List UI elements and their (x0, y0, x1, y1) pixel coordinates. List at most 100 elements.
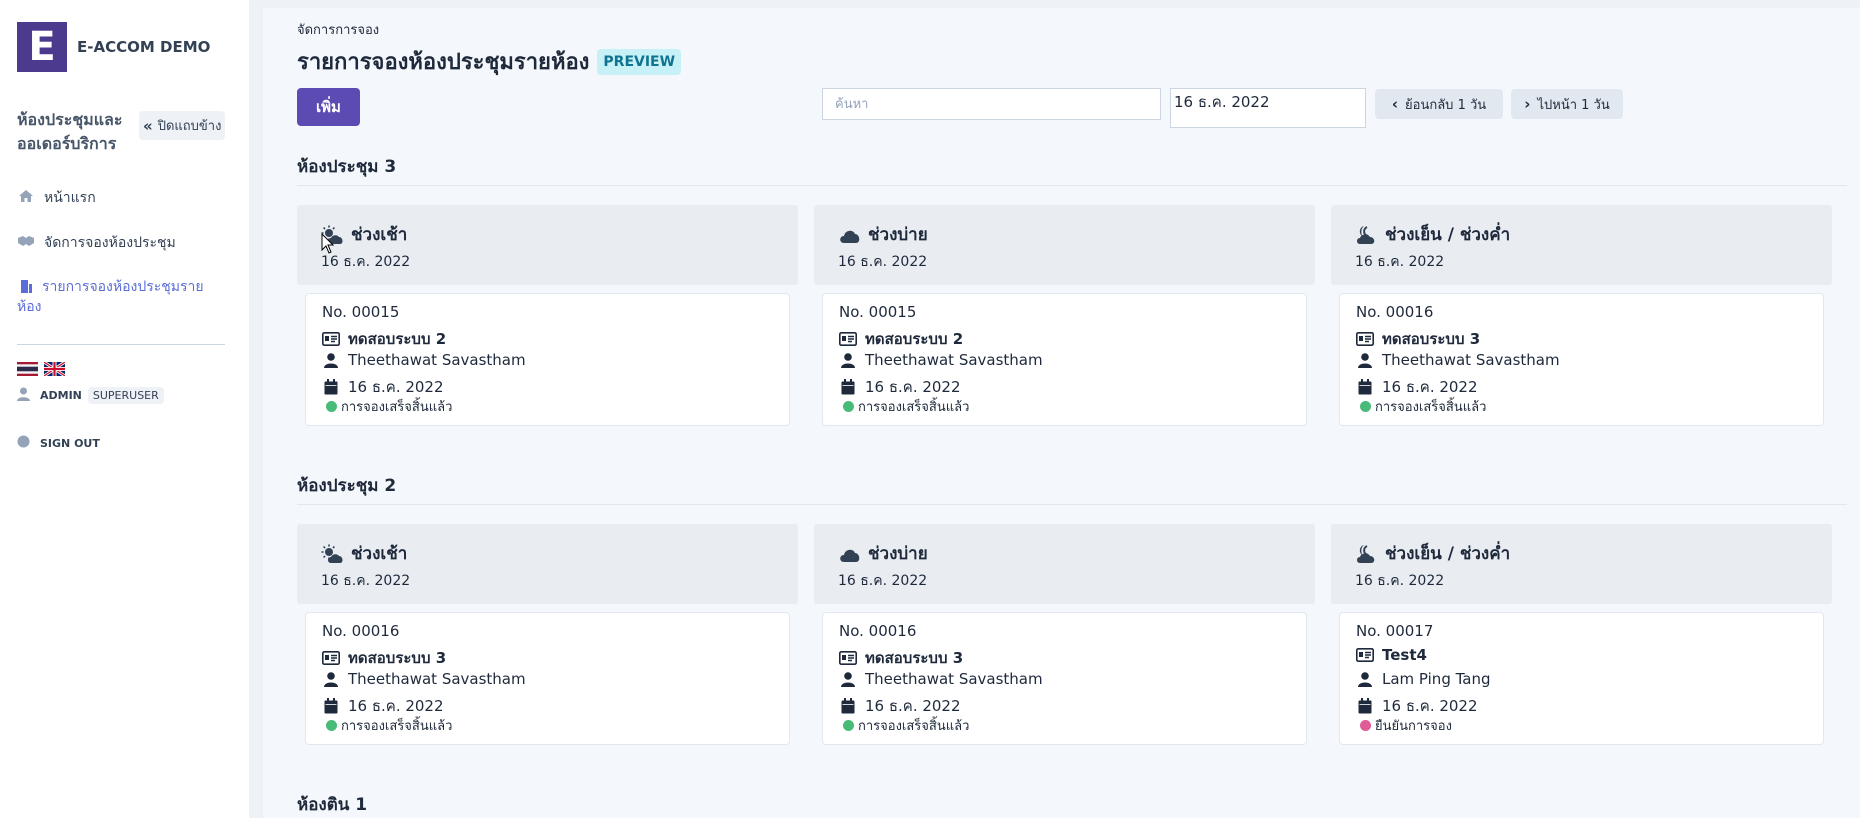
cloud-icon (838, 225, 862, 245)
calendar-icon (839, 379, 857, 395)
room-divider (297, 504, 1847, 505)
room-title: ห้องประชุม 2 (297, 476, 397, 496)
add-button[interactable]: เพิ่ม (297, 88, 360, 126)
calendar-icon (1356, 698, 1374, 714)
double-chevron-left-icon: « (143, 116, 153, 135)
booking-person-row: Lam Ping Tang (1356, 670, 1491, 688)
brand-name: E-ACCOM DEMO (77, 38, 211, 56)
sun-cloud-icon (321, 544, 345, 564)
booking-title: ทดสอบระบบ 3 (865, 649, 964, 667)
id-card-icon (1356, 647, 1374, 663)
booking-title: Test4 (1382, 646, 1427, 664)
status-dot-icon (843, 401, 854, 412)
search-input[interactable] (822, 88, 1161, 120)
time-slot-header: ช่วงบ่าย 16 ธ.ค. 2022 (814, 524, 1315, 604)
main-content: จัดการการจอง รายการจองห้องประชุมรายห้อง … (263, 8, 1860, 818)
time-slot-header: ช่วงเช้า 16 ธ.ค. 2022 (297, 524, 798, 604)
date-picker-field[interactable]: 16 ธ.ค. 2022 (1170, 88, 1366, 128)
collapse-sidebar-label: ปิดแถบข้าง (157, 119, 222, 134)
booking-card[interactable]: No. 00015 ทดสอบระบบ 2 Theethawat Savastham… (822, 293, 1307, 426)
booking-title: ทดสอบระบบ 3 (1382, 330, 1481, 348)
booking-status: การจองเสร็จสิ้นแล้ว (843, 396, 969, 417)
page-title: รายการจองห้องประชุมรายห้อง PREVIEW (297, 44, 682, 79)
brand[interactable]: E E-ACCOM DEMO (17, 22, 210, 72)
user-icon (839, 352, 857, 368)
collapse-sidebar-button[interactable]: « ปิดแถบข้าง (139, 111, 225, 140)
home-icon (17, 189, 35, 203)
cloud-icon (838, 544, 862, 564)
user-icon (322, 352, 340, 368)
time-slot-name: ช่วงบ่าย (838, 221, 928, 248)
booking-status-label: การจองเสร็จสิ้นแล้ว (1375, 400, 1487, 415)
time-slot-label: ช่วงบ่าย (868, 544, 928, 564)
calendar-icon (839, 698, 857, 714)
next-day-button[interactable]: › ไปหน้า 1 วัน (1511, 89, 1623, 119)
status-dot-icon (1360, 720, 1371, 731)
time-slot-date: 16 ธ.ค. 2022 (1355, 573, 1445, 589)
booking-status: การจองเสร็จสิ้นแล้ว (326, 715, 452, 736)
sidebar-item-label: จัดการจองห้องประชุม (44, 235, 176, 251)
booking-person: Lam Ping Tang (1382, 670, 1491, 688)
booking-card[interactable]: No. 00016 ทดสอบระบบ 3 Theethawat Savastham… (1339, 293, 1824, 426)
booking-status-label: ยืนยันการจอง (1375, 719, 1452, 734)
booking-title: ทดสอบระบบ 3 (348, 649, 447, 667)
booking-person: Theethawat Savastham (865, 351, 1043, 369)
user-role-badge: SUPERUSER (87, 387, 164, 404)
booking-card[interactable]: No. 00016 ทดสอบระบบ 3 Theethawat Savastham… (822, 612, 1307, 745)
booking-card[interactable]: No. 00017 Test4 Lam Ping Tang 16 ธ.ค. 2022 ย… (1339, 612, 1824, 745)
user-icon (1356, 671, 1374, 687)
time-slot-date: 16 ธ.ค. 2022 (321, 573, 411, 589)
booking-number: No. 00015 (322, 303, 400, 321)
booking-status: การจองเสร็จสิ้นแล้ว (1360, 396, 1486, 417)
id-card-icon (322, 331, 340, 347)
sidebar-divider (17, 344, 225, 345)
booking-status-label: การจองเสร็จสิ้นแล้ว (858, 719, 970, 734)
booking-status-label: การจองเสร็จสิ้นแล้ว (858, 400, 970, 415)
preview-badge: PREVIEW (597, 48, 682, 75)
booking-title-row: ทดสอบระบบ 3 (1356, 327, 1480, 351)
user-icon (17, 387, 31, 404)
booking-title-row: Test4 (1356, 646, 1427, 664)
booking-status: การจองเสร็จสิ้นแล้ว (843, 715, 969, 736)
sidebar-item-label: หน้าแรก (44, 190, 96, 206)
room-title: ห้องติน 1 (297, 795, 368, 815)
booking-person: Theethawat Savastham (348, 670, 526, 688)
time-slot-header: ช่วงเช้า 16 ธ.ค. 2022 (297, 205, 798, 285)
previous-day-button[interactable]: ‹ ย้อนกลับ 1 วัน (1375, 89, 1503, 119)
booking-person-row: Theethawat Savastham (322, 351, 526, 369)
booking-title-row: ทดสอบระบบ 2 (839, 327, 963, 351)
time-slot-header: ช่วงเย็น / ช่วงค่ำ 16 ธ.ค. 2022 (1331, 205, 1832, 285)
time-slot-header: ช่วงเย็น / ช่วงค่ำ 16 ธ.ค. 2022 (1331, 524, 1832, 604)
user-name: ADMIN (40, 389, 82, 402)
sidebar-item-booking-manage[interactable]: จัดการจองห้องประชุม (17, 232, 176, 254)
booking-person-row: Theethawat Savastham (1356, 351, 1560, 369)
time-slot-name: ช่วงเช้า (321, 540, 407, 567)
sidebar-item-home[interactable]: หน้าแรก (17, 187, 96, 209)
status-dot-icon (1360, 401, 1371, 412)
sidebar-item-label: รายการจองห้องประชุมรายห้อง (17, 279, 204, 315)
booking-person-row: Theethawat Savastham (322, 670, 526, 688)
status-dot-icon (326, 720, 337, 731)
building-icon (17, 279, 35, 293)
booking-card[interactable]: No. 00016 ทดสอบระบบ 3 Theethawat Savastham… (305, 612, 790, 745)
booking-status: ยืนยันการจอง (1360, 715, 1452, 736)
mouse-cursor-icon (321, 233, 335, 254)
thai-flag-icon[interactable] (17, 361, 38, 376)
sidebar-item-room-bookings[interactable]: รายการจองห้องประชุมรายห้อง (17, 277, 207, 317)
booking-title-row: ทดสอบระบบ 3 (839, 646, 963, 670)
booking-title: ทดสอบระบบ 2 (348, 330, 447, 348)
booking-person: Theethawat Savastham (1382, 351, 1560, 369)
booking-number: No. 00016 (839, 622, 917, 640)
sidebar: E E-ACCOM DEMO ห้องประชุมและออเดอร์บริกา… (0, 0, 249, 818)
booking-person: Theethawat Savastham (348, 351, 526, 369)
booking-card[interactable]: No. 00015 ทดสอบระบบ 2 Theethawat Savastham… (305, 293, 790, 426)
uk-flag-icon[interactable] (43, 360, 66, 378)
module-title: ห้องประชุมและออเดอร์บริการ (17, 110, 123, 153)
breadcrumb[interactable]: จัดการการจอง (297, 19, 379, 40)
page-title-text: รายการจองห้องประชุมรายห้อง (297, 50, 590, 75)
user-icon (1356, 352, 1374, 368)
sign-out-button[interactable]: SIGN OUT (17, 435, 100, 451)
time-slot-label: ช่วงบ่าย (868, 225, 928, 245)
id-card-icon (839, 331, 857, 347)
time-slot-label: ช่วงเย็น / ช่วงค่ำ (1385, 225, 1511, 245)
